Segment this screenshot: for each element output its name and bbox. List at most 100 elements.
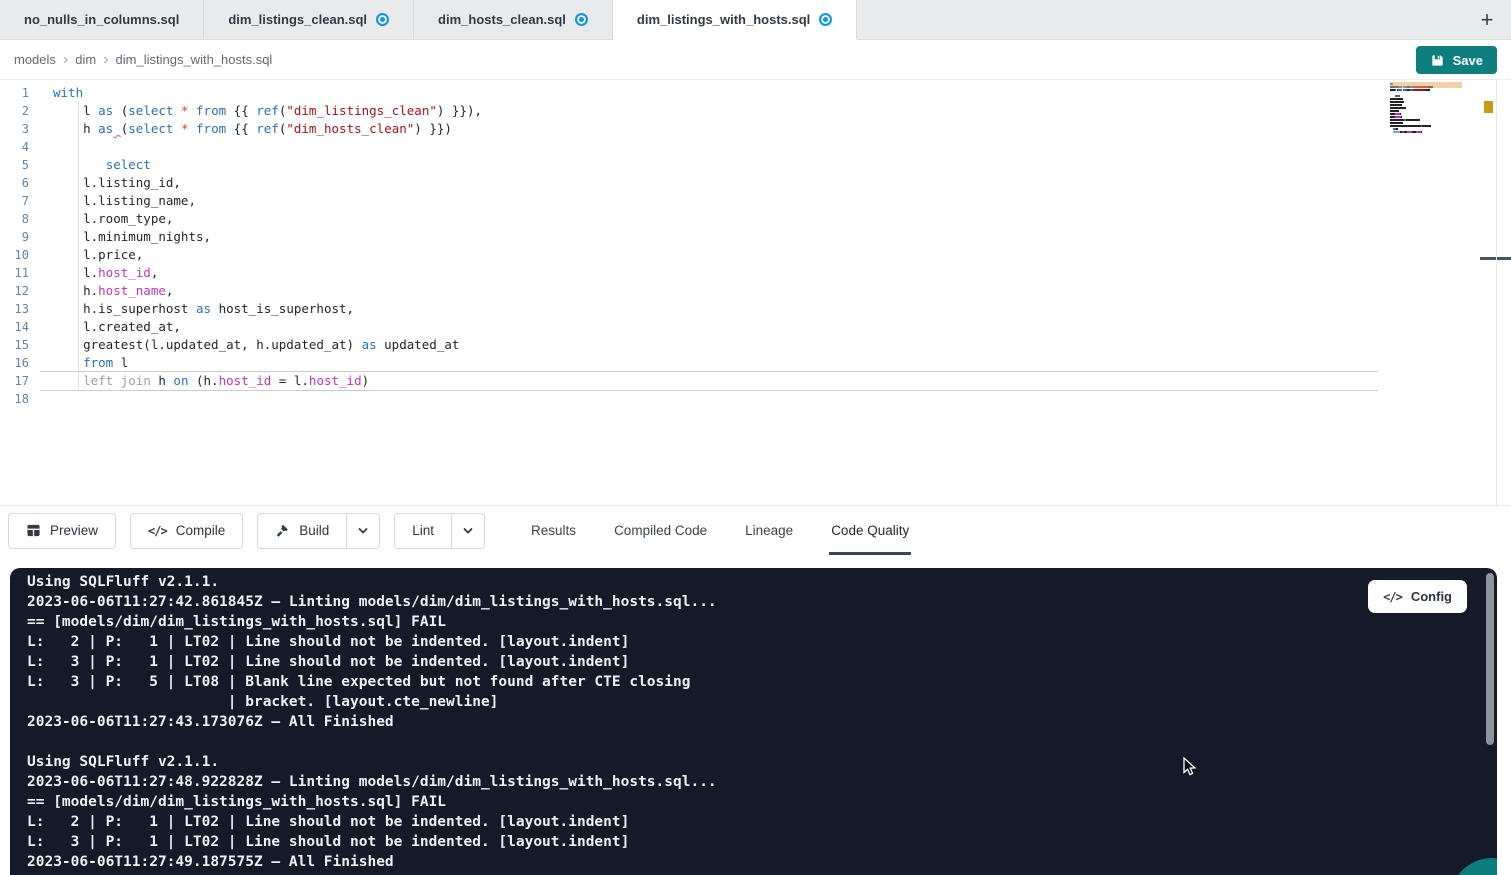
code-line[interactable]: 10 l.price,	[0, 246, 1511, 264]
overview-ruler-warning-marker	[1484, 101, 1493, 113]
file-tab[interactable]: dim_listings_clean.sql	[204, 0, 414, 39]
code-text: l.host_id,	[53, 265, 158, 280]
modified-indicator-icon[interactable]	[819, 13, 832, 26]
code-line[interactable]: 15 greatest(l.updated_at, h.updated_at) …	[0, 336, 1511, 354]
modified-indicator-icon[interactable]	[575, 13, 588, 26]
line-number: 4	[0, 138, 40, 156]
minimap-line	[1390, 101, 1462, 103]
terminal-line: == [models/dim/dim_listings_with_hosts.s…	[27, 612, 1497, 632]
config-button[interactable]: </> Config	[1368, 580, 1467, 613]
terminal-line: L: 2 | P: 1 | LT02 | Line should not be …	[27, 632, 1497, 652]
terminal-line: 2023-06-06T11:27:48.922828Z – Linting mo…	[27, 772, 1497, 792]
code-line[interactable]: 1with	[0, 84, 1511, 102]
minimap-viewport[interactable]	[1390, 82, 1462, 88]
code-text: h.is_superhost as host_is_superhost,	[53, 301, 354, 316]
code-line[interactable]: 11 l.host_id,	[0, 264, 1511, 282]
minimap-line	[1390, 125, 1462, 127]
file-tab[interactable]: dim_listings_with_hosts.sql	[613, 0, 857, 40]
line-number: 12	[0, 282, 40, 300]
terminal-line: | bracket. [layout.cte_newline]	[27, 692, 1497, 712]
code-line[interactable]: 9 l.minimum_nights,	[0, 228, 1511, 246]
minimap-line	[1390, 113, 1462, 115]
line-number: 6	[0, 174, 40, 192]
code-line-body: from l	[40, 354, 1378, 372]
code-text: l.listing_id,	[53, 175, 181, 190]
modified-indicator-icon[interactable]	[376, 13, 389, 26]
build-button-label: Build	[299, 523, 329, 538]
minimap-line	[1390, 104, 1462, 106]
line-number: 3	[0, 120, 40, 138]
result-tab-results[interactable]: Results	[529, 506, 578, 555]
compile-button[interactable]: </> Compile	[130, 513, 243, 549]
preview-button[interactable]: Preview	[8, 513, 116, 549]
code-line[interactable]: 18	[0, 390, 1511, 408]
terminal-line: 2023-06-06T11:27:43.173076Z – All Finish…	[27, 712, 1497, 732]
code-line[interactable]: 5 select	[0, 156, 1511, 174]
result-tab-code-quality[interactable]: Code Quality	[829, 506, 911, 555]
terminal-line: L: 2 | P: 1 | LT02 | Line should not be …	[27, 812, 1497, 832]
code-line[interactable]: 12 h.host_name,	[0, 282, 1511, 300]
lint-button[interactable]: Lint	[395, 514, 451, 548]
line-number: 16	[0, 354, 40, 372]
code-editor[interactable]: 1with2 l as (select * from {{ ref("dim_l…	[0, 80, 1511, 505]
line-number: 17	[0, 372, 40, 390]
new-tab-button[interactable]: +	[1473, 6, 1501, 34]
code-line[interactable]: 4	[0, 138, 1511, 156]
lint-button-group: Lint	[394, 513, 485, 549]
minimap-line	[1390, 98, 1462, 100]
minimap-line	[1390, 128, 1462, 130]
breadcrumb-item[interactable]: dim	[75, 52, 96, 67]
preview-button-label: Preview	[50, 523, 98, 538]
build-dropdown-button[interactable]	[346, 514, 379, 548]
build-button[interactable]: Build	[258, 514, 346, 548]
code-line-body: h.host_name,	[40, 282, 1378, 300]
code-line[interactable]: 2 l as (select * from {{ ref("dim_listin…	[0, 102, 1511, 120]
minimap-line	[1390, 107, 1462, 109]
code-line[interactable]: 13 h.is_superhost as host_is_superhost,	[0, 300, 1511, 318]
lint-button-label: Lint	[412, 523, 434, 538]
code-line[interactable]: 8 l.room_type,	[0, 210, 1511, 228]
minimap-line	[1390, 119, 1462, 121]
code-line[interactable]: 16 from l	[0, 354, 1511, 372]
code-pane[interactable]: 1with2 l as (select * from {{ ref("dim_l…	[0, 84, 1511, 505]
code-line[interactable]: 7 l.listing_name,	[0, 192, 1511, 210]
minimap-line	[1390, 122, 1462, 124]
breadcrumb: models›dim›dim_listings_with_hosts.sql	[14, 51, 272, 68]
terminal-line: L: 3 | P: 1 | LT02 | Line should not be …	[27, 832, 1497, 852]
file-tab[interactable]: dim_hosts_clean.sql	[414, 0, 613, 39]
line-number: 5	[0, 156, 40, 174]
build-button-group: Build	[257, 513, 380, 549]
code-line[interactable]: 3 h as (select * from {{ ref("dim_hosts_…	[0, 120, 1511, 138]
terminal-line: Using SQLFluff v2.1.1.	[27, 572, 1497, 592]
code-text: h as (select * from {{ ref("dim_hosts_cl…	[53, 121, 452, 136]
breadcrumb-separator-icon: ›	[63, 51, 68, 68]
code-text: l.room_type,	[53, 211, 173, 226]
code-line[interactable]: 6 l.listing_id,	[0, 174, 1511, 192]
save-button[interactable]: Save	[1416, 46, 1497, 74]
code-text: l.price,	[53, 247, 143, 262]
code-text: with	[53, 85, 83, 100]
breadcrumb-item[interactable]: dim_listings_with_hosts.sql	[116, 52, 273, 67]
file-tab-label: dim_hosts_clean.sql	[438, 12, 566, 27]
lint-dropdown-button[interactable]	[451, 514, 484, 548]
terminal-output: Using SQLFluff v2.1.1. 2023-06-06T11:27:4…	[10, 568, 1497, 872]
file-tab[interactable]: no_nulls_in_columns.sql	[0, 0, 204, 39]
result-tab-lineage[interactable]: Lineage	[743, 506, 795, 555]
file-tab-label: dim_listings_clean.sql	[228, 12, 367, 27]
breadcrumb-item[interactable]: models	[14, 52, 56, 67]
minimap-line	[1390, 92, 1462, 94]
code-line[interactable]: 17 left join h on (h.host_id = l.host_id…	[0, 372, 1511, 390]
code-line-body: l.created_at,	[40, 318, 1378, 336]
line-number: 18	[0, 390, 40, 408]
editor-minimap[interactable]	[1390, 82, 1462, 137]
minimap-line	[1390, 89, 1462, 91]
code-line-body: h.is_superhost as host_is_superhost,	[40, 300, 1378, 318]
editor-scrollbar-track[interactable]	[1496, 80, 1497, 505]
terminal-panel[interactable]: Using SQLFluff v2.1.1. 2023-06-06T11:27:4…	[10, 568, 1497, 875]
code-line[interactable]: 14 l.created_at,	[0, 318, 1511, 336]
line-number: 8	[0, 210, 40, 228]
line-number: 9	[0, 228, 40, 246]
result-tab-compiled-code[interactable]: Compiled Code	[612, 506, 709, 555]
line-number: 2	[0, 102, 40, 120]
terminal-scrollbar-thumb[interactable]	[1486, 573, 1494, 745]
